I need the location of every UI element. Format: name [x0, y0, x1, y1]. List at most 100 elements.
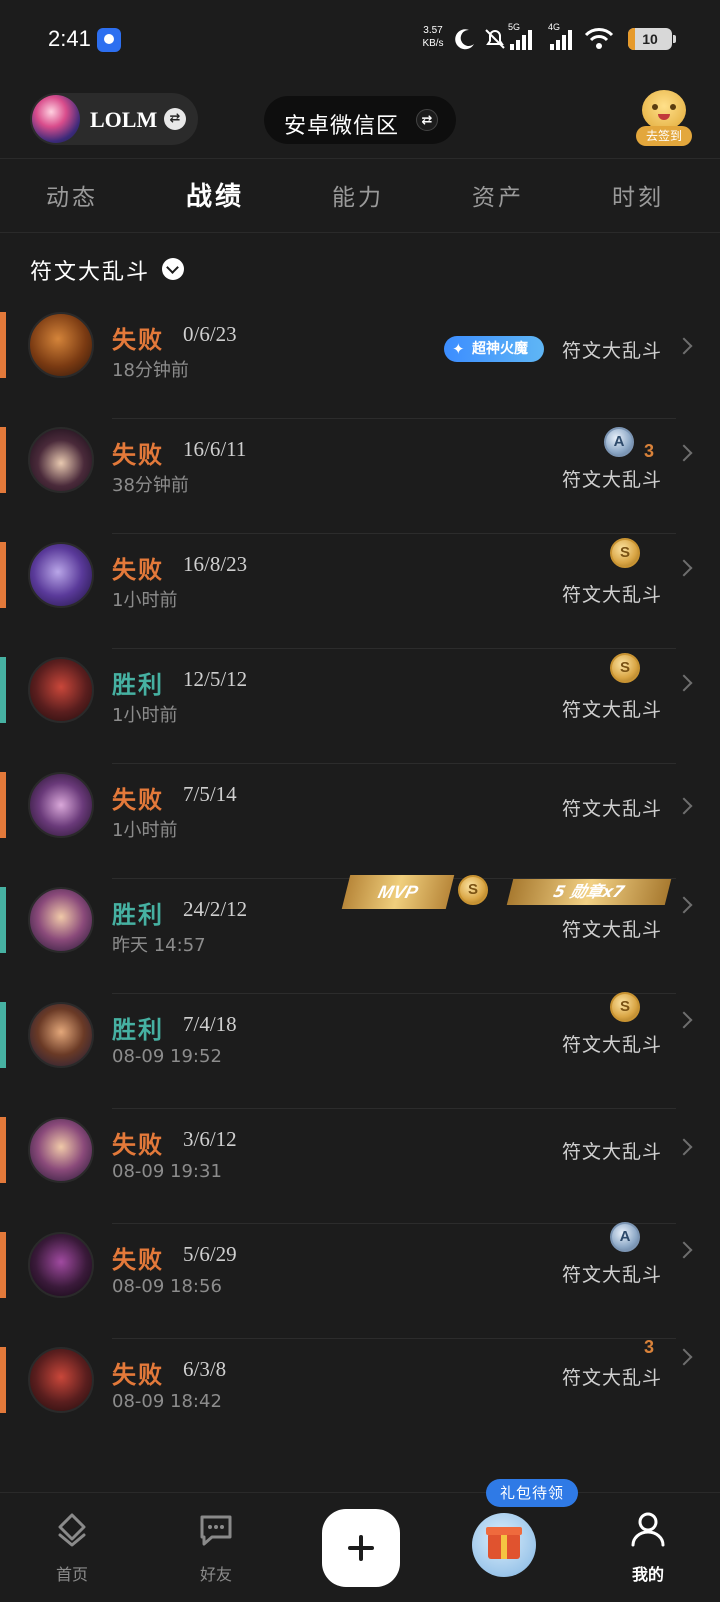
- superfire-badge: ✦ 超神火魔: [444, 336, 544, 362]
- result-indicator: [0, 542, 6, 608]
- swap-icon: ⇄: [416, 109, 438, 131]
- mode-filter-dropdown[interactable]: 符文大乱斗: [30, 254, 184, 288]
- rank-s-icon: S: [610, 653, 640, 683]
- match-row[interactable]: 失败 0/6/23 18分钟前 ✦ 超神火魔 符文大乱斗: [0, 304, 720, 419]
- chevron-right-icon: [675, 896, 693, 914]
- match-mode: 符文大乱斗: [561, 919, 662, 941]
- user-icon: [631, 1512, 665, 1547]
- match-result: 失败: [112, 556, 164, 584]
- champion-avatar: [28, 1117, 94, 1183]
- signal-4g-icon: [550, 30, 572, 50]
- network-speed: 3.57 KB/s: [420, 24, 446, 50]
- mvp-badge: MVP: [341, 875, 455, 909]
- battery-level: 10: [642, 31, 658, 47]
- header-divider: [0, 158, 720, 159]
- match-row[interactable]: 失败 3/6/12 08-09 19:31 符文大乱斗: [0, 1109, 720, 1224]
- match-time: 38分钟前: [112, 475, 189, 496]
- result-indicator: [0, 427, 6, 493]
- game-label: LOLM: [90, 107, 158, 132]
- chevron-right-icon: [675, 1348, 693, 1366]
- tab-moments[interactable]: 时刻: [612, 178, 664, 212]
- mode-filter-label: 符文大乱斗: [30, 260, 151, 285]
- network-speed-unit: KB/s: [422, 38, 444, 49]
- chevron-right-icon: [675, 559, 693, 577]
- checkin-button[interactable]: 去签到: [636, 90, 692, 146]
- match-row[interactable]: 失败 16/6/11 38分钟前 A 3 符文大乱斗: [0, 419, 720, 534]
- tab-assets[interactable]: 资产: [472, 178, 524, 212]
- match-mode: 符文大乱斗: [561, 584, 662, 606]
- result-indicator: [0, 1002, 6, 1068]
- rank-s-icon: S: [610, 992, 640, 1022]
- medal-badge: 5 勋章x7: [506, 879, 672, 905]
- result-indicator: [0, 1347, 6, 1413]
- nav-home[interactable]: 首页: [32, 1509, 112, 1585]
- baidu-app-icon: [97, 28, 121, 52]
- checkin-label: 去签到: [636, 126, 692, 146]
- mascot-icon: [642, 90, 686, 130]
- match-row[interactable]: 胜利 24/2/12 昨天 14:57 MVP S 5 勋章x7 符文大乱斗: [0, 875, 720, 994]
- chevron-right-icon: [675, 444, 693, 462]
- superfire-badge-label: 超神火魔: [472, 341, 528, 357]
- nav-me[interactable]: 我的: [608, 1509, 688, 1585]
- moon-icon: [455, 29, 474, 50]
- gift-pending-tag: 礼包待领: [486, 1479, 578, 1507]
- nav-friends[interactable]: 好友: [176, 1509, 256, 1585]
- match-mode: 符文大乱斗: [561, 1141, 662, 1163]
- bottom-nav: 首页 好友 礼包待领 我的: [0, 1479, 720, 1602]
- match-result: 失败: [112, 786, 164, 814]
- chevron-right-icon: [675, 337, 693, 355]
- match-time: 08-09 18:56: [112, 1276, 222, 1297]
- champion-avatar: [28, 1232, 94, 1298]
- match-row[interactable]: 胜利 7/4/18 08-09 19:52 S 符文大乱斗: [0, 992, 720, 1109]
- match-kda: 16/6/11: [183, 437, 247, 461]
- champion-avatar: [28, 1347, 94, 1413]
- match-mode: 符文大乱斗: [561, 469, 662, 491]
- triple-kill-icon: 3: [643, 1337, 654, 1357]
- match-time: 1小时前: [112, 820, 178, 841]
- status-bar: 2:41 3.57 KB/s 5G 4G 10: [0, 0, 720, 80]
- battery-icon: 10: [628, 28, 676, 50]
- match-row[interactable]: 失败 5/6/29 08-09 18:56 A 符文大乱斗: [0, 1222, 720, 1339]
- match-kda: 7/5/14: [183, 782, 237, 806]
- region-label: 安卓微信区: [284, 114, 400, 139]
- nav-home-label: 首页: [55, 1565, 88, 1584]
- mute-bell-icon: [485, 29, 505, 49]
- match-kda: 3/6/12: [183, 1127, 237, 1151]
- match-row[interactable]: 失败 16/8/23 1小时前 S 符文大乱斗: [0, 534, 720, 649]
- chevron-right-icon: [675, 797, 693, 815]
- add-button[interactable]: [322, 1509, 400, 1587]
- match-time: 1小时前: [112, 705, 178, 726]
- match-kda: 7/4/18: [183, 1012, 237, 1036]
- home-icon: [58, 1513, 86, 1547]
- match-kda: 0/6/23: [183, 322, 237, 346]
- champion-avatar: [28, 772, 94, 838]
- game-switch-button[interactable]: LOLM ⇄: [30, 93, 198, 145]
- tab-records[interactable]: 战绩: [186, 176, 244, 213]
- swap-icon: ⇄: [164, 108, 186, 130]
- tab-activity[interactable]: 动态: [46, 178, 98, 212]
- app-header: LOLM ⇄ 安卓微信区 ⇄ 去签到: [0, 90, 720, 156]
- match-time: 08-09 19:52: [112, 1046, 222, 1067]
- nav-me-label: 我的: [631, 1565, 664, 1584]
- triple-kill-icon: 3: [643, 441, 654, 461]
- match-result: 失败: [112, 441, 164, 469]
- result-indicator: [0, 312, 6, 378]
- signal-5g-icon: [510, 30, 532, 50]
- gift-icon: [486, 1527, 522, 1559]
- match-result: 失败: [112, 326, 164, 354]
- match-row[interactable]: 失败 6/3/8 08-09 18:42 3 符文大乱斗: [0, 1337, 720, 1454]
- network-speed-value: 3.57: [423, 25, 443, 36]
- rank-a-icon: A: [604, 427, 634, 457]
- match-row[interactable]: 胜利 12/5/12 1小时前 S 符文大乱斗: [0, 649, 720, 764]
- chevron-right-icon: [675, 1241, 693, 1259]
- gift-button[interactable]: [472, 1513, 536, 1577]
- match-kda: 6/3/8: [183, 1357, 227, 1381]
- match-result: 胜利: [112, 1016, 164, 1044]
- match-mode: 符文大乱斗: [561, 798, 662, 820]
- region-switch-button[interactable]: 安卓微信区 ⇄: [264, 96, 456, 144]
- tab-ability[interactable]: 能力: [332, 178, 384, 212]
- tab-bar: 动态 战绩 能力 资产 时刻: [0, 162, 720, 232]
- match-time: 08-09 19:31: [112, 1161, 222, 1182]
- match-row[interactable]: 失败 7/5/14 1小时前 符文大乱斗: [0, 764, 720, 879]
- match-mode: 符文大乱斗: [561, 340, 662, 362]
